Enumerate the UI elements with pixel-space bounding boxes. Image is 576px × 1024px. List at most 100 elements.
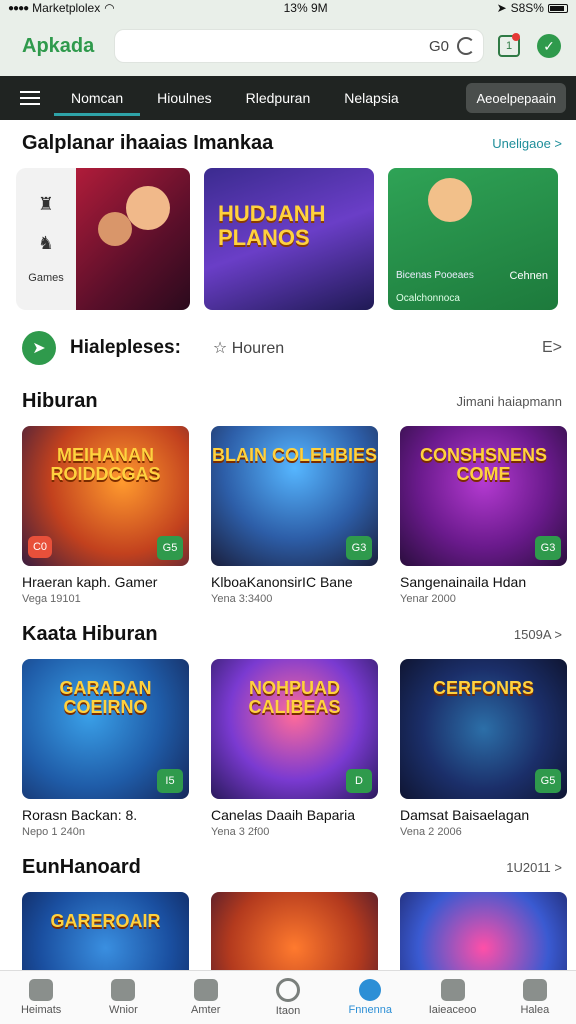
- play-icon: D: [346, 769, 372, 793]
- signal-icon: ●●●●: [8, 2, 29, 14]
- search-icon: [440, 979, 465, 1001]
- section-link-2[interactable]: 1509A >: [514, 627, 562, 642]
- info-arrow-icon[interactable]: E>: [542, 339, 562, 357]
- clock: 13% 9M: [283, 1, 328, 15]
- nav-tab-1[interactable]: Nomcan: [54, 76, 141, 120]
- thumbnail-badge: G3: [535, 536, 561, 560]
- tab-search[interactable]: Iaieaceoo: [411, 971, 493, 1024]
- section-header-2: Kaata Hiburan 1509A >: [0, 619, 576, 649]
- battery-icon: [547, 3, 568, 13]
- game-card[interactable]: GARADAN COEIRNO I5 Rorasn Backan: 8. Nep…: [22, 659, 189, 838]
- game-thumbnail[interactable]: MEIHANAN ROIDDCGAS C0 G5: [22, 426, 189, 566]
- category-navbar: Nomcan Hioulnes Rledpuran Nelapsia Aeoel…: [0, 76, 576, 120]
- game-card[interactable]: MEIHANAN ROIDDCGAS C0 G5 Hraeran kaph. G…: [22, 426, 189, 605]
- thumbnail-art-text: NOHPUAD CALIBEAS: [248, 678, 341, 717]
- featured-see-all[interactable]: Uneligaoe >: [492, 136, 562, 151]
- thumbnail-art-text: CONSHSNENS COME: [419, 445, 548, 484]
- app-logo[interactable]: Apkada: [22, 35, 104, 58]
- thumbnail-badge: G5: [535, 769, 561, 793]
- featured-title: Galplanar ihaaias Imankaa: [22, 131, 274, 154]
- section-header-1: Hiburan Jimani haiapmann: [0, 384, 576, 418]
- side-label: Games: [28, 272, 64, 284]
- app-header: Apkada G0 1 ✓: [0, 16, 576, 76]
- game-card[interactable]: BLAIN COLEHBIES G3 KlboaKanonsirIC Bane …: [211, 426, 378, 605]
- section-link-3[interactable]: 1U2011 >: [506, 860, 562, 875]
- nav-pill-button[interactable]: Aeoelpepaain: [466, 83, 566, 113]
- featured-header: Galplanar ihaaias Imankaa Uneligaoe >: [0, 130, 576, 156]
- game-meta: Vena 2 2006: [400, 826, 462, 838]
- character-art: [98, 212, 132, 246]
- game-meta: Yena 3:3400: [211, 593, 273, 605]
- tab-label: Itaon: [275, 1005, 301, 1017]
- book-icon: [111, 979, 136, 1001]
- game-card[interactable]: CERFONRS G5 Damsat Baisaelagan Vena 2 20…: [400, 659, 567, 838]
- thumbnail-art-text: BLAIN COLEHBIES: [211, 445, 377, 465]
- game-meta: Yenar 2000: [400, 593, 456, 605]
- tab-home[interactable]: Heimats: [0, 971, 82, 1024]
- carrier-label: Marketplolex: [32, 1, 101, 15]
- featured-card-2[interactable]: HUDJANH PLANOS: [204, 168, 374, 310]
- featured-carousel: ♜ ♞ Games HUDJANH PLANOS Bicenas Pooeaes…: [0, 168, 576, 310]
- game-meta: Nepo 1 240n: [22, 826, 85, 838]
- tab-apps[interactable]: Amter: [165, 971, 247, 1024]
- section-link-1[interactable]: Jimani haiapmann: [456, 394, 562, 409]
- profile-button[interactable]: ✓: [534, 31, 564, 61]
- nav-tab-4[interactable]: Nelapsia: [327, 76, 415, 120]
- game-thumbnail[interactable]: BLAIN COLEHBIES G3: [211, 426, 378, 566]
- game-thumbnail[interactable]: GARADAN COEIRNO I5: [22, 659, 189, 799]
- cart-button[interactable]: 1: [494, 31, 524, 61]
- featured-card-3-bottom: Ocalchonnoca: [396, 293, 460, 304]
- thumbnail-art-text: GAREROAIR: [50, 911, 161, 931]
- game-thumbnail[interactable]: CERFONRS G5: [400, 659, 567, 799]
- game-card[interactable]: NOHPUAD CALIBEAS D Canelas Daaih Baparia…: [211, 659, 378, 838]
- game-title: Canelas Daaih Baparia: [211, 807, 355, 823]
- character-art: [126, 186, 170, 230]
- notification-dot: [512, 33, 520, 41]
- game-thumbnail[interactable]: NOHPUAD CALIBEAS D: [211, 659, 378, 799]
- tab-games[interactable]: Itaon: [247, 971, 329, 1024]
- wifi-icon: ◠: [104, 1, 115, 15]
- info-row[interactable]: ➤ Hialepleses: ☆ Houren E>: [0, 328, 576, 368]
- game-title: Damsat Baisaelagan: [400, 807, 530, 823]
- thumbnail-badge: G5: [157, 536, 183, 560]
- user-icon: [359, 979, 382, 1001]
- tab-profile[interactable]: Halea: [494, 971, 576, 1024]
- tab-label: Fnnenna: [348, 1004, 392, 1016]
- search-input[interactable]: G0: [114, 29, 484, 63]
- leaf-icon: ✓: [537, 34, 561, 58]
- game-thumbnail[interactable]: CONSHSNENS COME G3: [400, 426, 567, 566]
- featured-card-1[interactable]: [76, 168, 190, 310]
- tab-account[interactable]: Fnnenna: [329, 971, 411, 1024]
- featured-card-3[interactable]: Bicenas Pooeaes Cehnen Ocalchonnoca: [388, 168, 558, 310]
- thumbnail-art-text: GARADAN COEIRNO: [59, 678, 152, 717]
- featured-card-2-title: HUDJANH PLANOS: [218, 201, 326, 251]
- status-bar: ●●●● Marketplolex ◠ 13% 9M ➤ S8S%: [0, 0, 576, 16]
- game-card[interactable]: CONSHSNENS COME G3 Sangenainaila Hdan Ye…: [400, 426, 567, 605]
- refresh-icon[interactable]: [457, 37, 475, 55]
- tab-label: Halea: [520, 1004, 550, 1016]
- info-title: Hialepleses:: [70, 337, 181, 358]
- target-icon: [275, 978, 300, 1002]
- section-grid-2: GARADAN COEIRNO I5 Rorasn Backan: 8. Nep…: [0, 659, 576, 838]
- featured-side-panel[interactable]: ♜ ♞ Games: [16, 168, 76, 310]
- menu-icon[interactable]: [10, 91, 54, 105]
- location-icon: ➤: [496, 1, 507, 15]
- bottom-tab-bar: Heimats Wnior Amter Itaon Fnnenna Iaieac…: [0, 970, 576, 1024]
- nav-tab-2[interactable]: Hioulnes: [140, 76, 228, 120]
- tab-library[interactable]: Wnior: [82, 971, 164, 1024]
- info-subtitle: ☆ Houren: [212, 340, 285, 357]
- game-meta: Yena 3 2f00: [211, 826, 270, 838]
- home-icon: [29, 979, 54, 1001]
- character-art: [428, 178, 472, 222]
- send-icon: ➤: [22, 331, 56, 365]
- game-meta: Vega 19101: [22, 593, 81, 605]
- section-title-1: Hiburan: [22, 389, 98, 412]
- nav-tab-3[interactable]: Rledpuran: [229, 76, 328, 120]
- game-title: KlboaKanonsirIC Bane: [211, 574, 353, 590]
- castle-icon: ♜: [37, 194, 55, 214]
- section-title-3: EunHanoard: [22, 855, 141, 878]
- game-title: Hraeran kaph. Gamer: [22, 574, 158, 590]
- search-value: G0: [428, 37, 449, 55]
- section-header-3: EunHanoard 1U2011 >: [0, 852, 576, 882]
- tab-label: Heimats: [20, 1004, 62, 1016]
